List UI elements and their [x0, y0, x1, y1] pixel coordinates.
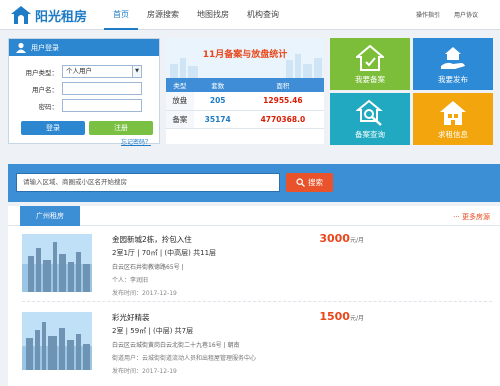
row-count: 35174: [193, 110, 242, 129]
search-house-icon: [356, 99, 383, 126]
tile-label: 备案查询: [355, 130, 385, 139]
tab-guangzhou-rent[interactable]: 广州租房: [20, 206, 80, 226]
password-input[interactable]: [62, 99, 142, 112]
user-type-select[interactable]: 个人用户 ▼: [62, 65, 142, 78]
site-logo[interactable]: 阳光租房: [10, 4, 87, 26]
chevron-down-icon: ▼: [132, 66, 141, 77]
monthly-stats-panel: 11月备案与放盘统计 类型 套数 面积 放盘 205 12955.46 备案 3…: [166, 38, 324, 144]
top-links: 操作指引 用户协议: [416, 10, 478, 19]
login-button[interactable]: 登录: [21, 121, 85, 135]
login-header: 用户登录: [9, 39, 159, 56]
main-nav: 首页 房源搜索 地图找房 机构查询: [104, 0, 288, 30]
password-label: 密码：: [38, 102, 59, 111]
tile-label: 我要发布: [438, 75, 468, 84]
user-icon: [16, 42, 26, 53]
stats-row: 备案 35174 4770368.0: [166, 110, 324, 129]
top-header: 阳光租房 首页 房源搜索 地图找房 机构查询 操作指引 用户协议: [0, 0, 500, 30]
listing-price: 3000元/月: [319, 232, 364, 245]
price-unit: 元/月: [349, 315, 364, 322]
tile-label: 求租信息: [438, 130, 468, 139]
search-button-label: 搜索: [308, 178, 323, 187]
row-type: 备案: [166, 110, 194, 129]
house-filing-icon: [356, 44, 384, 71]
listing-item[interactable]: 金园新城2栋，拎包入住 2室1厅 | 70㎡ | (中高层) 共11层 白云区石…: [22, 232, 492, 306]
listing-address: 白云区石井街教德路65号 |: [112, 264, 184, 271]
user-type-row: 用户类型： 个人用户 ▼: [9, 65, 142, 78]
listing-title[interactable]: 彩光好精装: [112, 312, 150, 323]
stats-title: 11月备案与放盘统计: [202, 50, 288, 60]
username-label: 用户名：: [32, 85, 58, 94]
listing-panel: 广州租房 ··· 更多房源 金园新城2栋，拎包入住 2室1厅 | 70㎡ | (…: [8, 206, 500, 386]
nav-agency[interactable]: 机构查询: [238, 0, 288, 30]
tile-filing-query[interactable]: 备案查询: [330, 93, 410, 145]
search-button[interactable]: 搜索: [286, 173, 333, 192]
price-value: 1500: [319, 310, 350, 323]
search-input[interactable]: 请输入区域、商圈或小区名开始搜房: [16, 173, 280, 192]
col-count: 套数: [193, 78, 242, 92]
tile-publish[interactable]: 我要发布: [413, 38, 493, 90]
col-type: 类型: [166, 78, 194, 92]
row-area: 4770368.0: [241, 110, 324, 129]
nav-search[interactable]: 房源搜索: [138, 0, 188, 30]
row-type: 放盘: [166, 92, 194, 111]
price-unit: 元/月: [349, 237, 364, 244]
house-logo-icon: [11, 6, 31, 24]
listing-date: 发布时间：2017-12-19: [112, 290, 177, 297]
listing-title[interactable]: 金园新城2栋，拎包入住: [112, 234, 192, 245]
col-area: 面积: [241, 78, 324, 92]
stats-header-row: 类型 套数 面积: [166, 78, 324, 92]
listing-spec: 2室1厅 | 70㎡ | (中高层) 共11层: [112, 249, 217, 257]
hand-house-icon: [441, 47, 465, 69]
username-row: 用户名：: [9, 82, 142, 95]
item-divider: [22, 301, 492, 302]
username-input[interactable]: [62, 82, 142, 95]
stats-table: 类型 套数 面积 放盘 205 12955.46 备案 35174 477036…: [166, 78, 324, 129]
listing-date: 发布时间：2017-12-19: [112, 368, 177, 375]
stats-row: 放盘 205 12955.46: [166, 92, 324, 111]
search-bar: 请输入区域、商圈或小区名开始搜房 搜索: [8, 164, 500, 202]
more-listings-link[interactable]: ··· 更多房源: [453, 212, 490, 222]
agreement-link[interactable]: 用户协议: [454, 10, 478, 19]
listing-spec: 2室 | 59㎡ | (中层) 共7层: [112, 327, 194, 335]
tile-register-filing[interactable]: 我要备案: [330, 38, 410, 90]
listing-photo[interactable]: [22, 312, 92, 370]
tile-rent-wanted[interactable]: 求租信息: [413, 93, 493, 145]
login-panel: 用户登录 用户类型： 个人用户 ▼ 用户名： 密码： 登录 注册 忘记密码？: [8, 38, 160, 146]
listing-item[interactable]: 彩光好精装 2室 | 59㎡ | (中层) 共7层 白云区云城街黄岗白云北街二十…: [22, 310, 492, 384]
forgot-password-link[interactable]: 忘记密码？: [121, 137, 151, 146]
row-count: 205: [193, 92, 242, 111]
search-icon: [296, 178, 305, 187]
price-value: 3000: [319, 232, 350, 245]
listing-header: 广州租房 ··· 更多房源: [8, 206, 500, 226]
password-row: 密码：: [9, 99, 142, 112]
listing-photo[interactable]: [22, 234, 92, 292]
listing-address: 白云区云城街黄岗白云北街二十九巷16号 | 朝南: [112, 342, 240, 349]
listing-price: 1500元/月: [319, 310, 364, 323]
nav-map[interactable]: 地图找房: [188, 0, 238, 30]
user-type-value: 个人用户: [66, 67, 92, 75]
listing-poster: 街道用户：云城街街道流动人员和出租屋管理服务中心: [112, 355, 257, 362]
register-button[interactable]: 注册: [89, 121, 153, 135]
guide-link[interactable]: 操作指引: [416, 10, 440, 19]
listing-poster: 个人：李润旧: [112, 277, 149, 284]
nav-home[interactable]: 首页: [104, 0, 138, 30]
user-type-label: 用户类型：: [25, 68, 59, 77]
logo-text: 阳光租房: [35, 9, 88, 25]
tile-label: 我要备案: [355, 75, 385, 84]
row-area: 12955.46: [241, 92, 324, 111]
house-info-icon: [440, 101, 466, 125]
login-title: 用户登录: [31, 43, 59, 52]
